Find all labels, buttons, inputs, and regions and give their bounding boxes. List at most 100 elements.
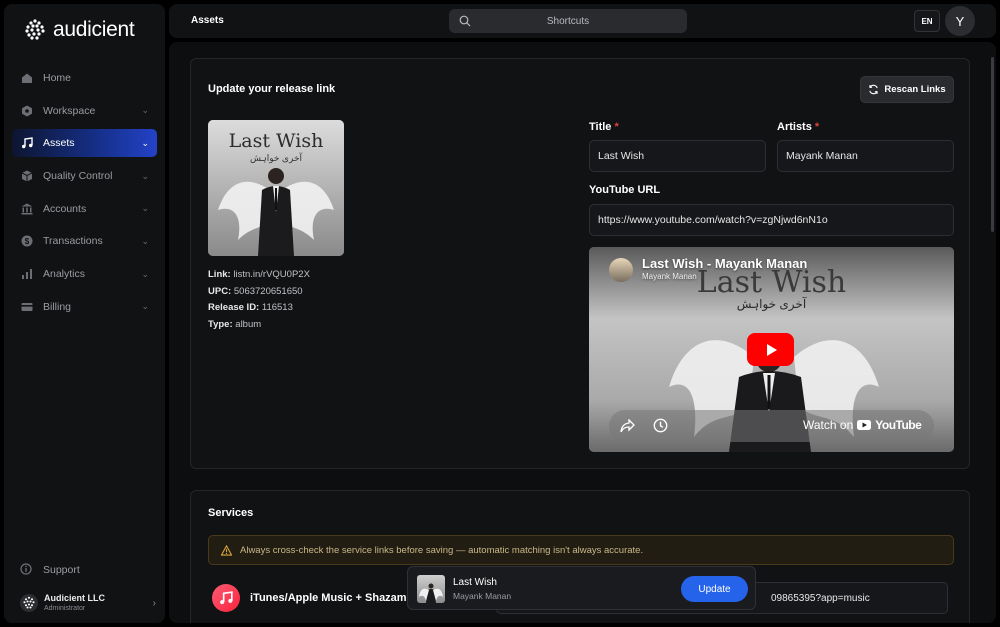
album-cover-subtitle: آخری خواہش bbox=[249, 153, 303, 163]
title-label-text: Title bbox=[589, 121, 612, 133]
release-id-value: 116513 bbox=[261, 302, 293, 313]
cube-icon bbox=[20, 169, 34, 183]
chevron-down-icon: ⌄ bbox=[141, 137, 149, 148]
brand-name: audicient bbox=[53, 18, 135, 41]
update-title: Last Wish bbox=[453, 577, 497, 588]
sidebar-item-label: Transactions bbox=[43, 235, 103, 248]
type-label: Type: bbox=[208, 318, 233, 330]
album-cover: Last Wish آخری خواہش bbox=[208, 120, 344, 256]
sidebar-item-label: Workspace bbox=[43, 104, 96, 117]
watch-on-youtube-button[interactable]: Watch on YouTube bbox=[803, 418, 922, 432]
sidebar-item-analytics[interactable]: Analytics ⌄ bbox=[12, 260, 157, 288]
dollar-circle-icon: $ bbox=[20, 234, 34, 248]
chevron-down-icon: ⌄ bbox=[141, 268, 149, 279]
share-icon[interactable] bbox=[620, 419, 635, 433]
user-avatar[interactable]: Y bbox=[945, 6, 975, 36]
home-icon bbox=[20, 71, 34, 85]
org-switcher[interactable]: Audicient LLC Administrator › bbox=[20, 593, 156, 613]
update-thumbnail-art bbox=[419, 583, 443, 603]
rescan-label: Rescan Links bbox=[884, 84, 946, 95]
chevron-down-icon: ⌄ bbox=[141, 301, 149, 312]
sidebar-item-assets[interactable]: Assets ⌄ bbox=[12, 129, 157, 158]
release-link-row: Link: listn.in/rVQU0P2X bbox=[208, 267, 310, 284]
refresh-icon bbox=[869, 84, 879, 95]
sidebar-item-home[interactable]: Home bbox=[12, 64, 157, 92]
service-row-apple-music: iTunes/Apple Music + Shazam bbox=[212, 584, 407, 612]
bank-icon bbox=[20, 202, 34, 216]
type-value: album bbox=[235, 318, 262, 330]
sidebar-item-label: Billing bbox=[43, 300, 72, 313]
play-icon bbox=[766, 343, 777, 356]
upc-row: UPC: 5063720651650 bbox=[208, 284, 310, 301]
youtube-embed[interactable]: Last Wish آخری خواہش Last Wish - Mayank … bbox=[589, 247, 954, 452]
video-watermark-subtitle: آخری خواہش bbox=[736, 297, 807, 311]
top-header: Assets Shortcuts EN Y bbox=[169, 4, 996, 38]
title-input[interactable]: Last Wish bbox=[589, 140, 766, 172]
page-title: Assets bbox=[191, 15, 224, 26]
main-content: Update your release link Rescan Links La… bbox=[169, 42, 996, 623]
org-name: Audicient LLC bbox=[44, 593, 105, 603]
chevron-right-icon: › bbox=[152, 597, 156, 609]
update-thumbnail bbox=[417, 575, 445, 603]
sidebar-item-label: Home bbox=[43, 72, 72, 84]
sidebar-item-quality-control[interactable]: Quality Control ⌄ bbox=[12, 162, 157, 190]
apple-music-icon bbox=[212, 584, 240, 612]
bar-chart-icon bbox=[20, 267, 34, 281]
card-icon bbox=[20, 300, 34, 314]
chevron-down-icon: ⌄ bbox=[141, 105, 149, 116]
youtube-url-input[interactable]: https://www.youtube.com/watch?v=zgNjwd6n… bbox=[589, 204, 954, 236]
update-toast: Last Wish Mayank Manan Update bbox=[407, 566, 756, 610]
service-name: iTunes/Apple Music + Shazam bbox=[250, 592, 407, 604]
sidebar-item-transactions[interactable]: $ Transactions ⌄ bbox=[12, 227, 157, 255]
upc-label: UPC: bbox=[208, 285, 232, 297]
release-link-card: Update your release link Rescan Links La… bbox=[190, 58, 970, 469]
workspace-icon bbox=[20, 104, 34, 118]
upc-value: 5063720651650 bbox=[233, 285, 303, 297]
sidebar-item-label: Assets bbox=[43, 137, 75, 150]
card-title: Update your release link bbox=[208, 83, 336, 95]
warning-icon bbox=[221, 544, 232, 556]
search-placeholder: Shortcuts bbox=[546, 15, 590, 27]
required-mark: * bbox=[614, 121, 619, 133]
search-input[interactable]: Shortcuts bbox=[449, 9, 687, 33]
language-button[interactable]: EN bbox=[914, 10, 940, 32]
sidebar-nav: Home Workspace ⌄ Assets ⌄ Quality Contro… bbox=[12, 64, 157, 326]
channel-avatar[interactable] bbox=[609, 258, 633, 282]
required-mark: * bbox=[814, 121, 820, 133]
info-icon bbox=[20, 563, 34, 577]
org-role: Administrator bbox=[44, 605, 86, 612]
release-link-value[interactable]: listn.in/rVQU0P2X bbox=[233, 269, 310, 280]
watch-later-icon[interactable] bbox=[653, 418, 668, 433]
sidebar-item-label: Accounts bbox=[43, 202, 87, 215]
artists-label-text: Artists bbox=[777, 121, 812, 133]
chevron-down-icon: ⌄ bbox=[141, 235, 149, 246]
update-button[interactable]: Update bbox=[681, 576, 748, 602]
watch-on-label: Watch on bbox=[803, 418, 854, 432]
video-controls: Watch on YouTube bbox=[609, 410, 934, 442]
sidebar-item-accounts[interactable]: Accounts ⌄ bbox=[12, 195, 157, 223]
video-title[interactable]: Last Wish - Mayank Manan bbox=[642, 256, 807, 271]
scrollbar[interactable] bbox=[991, 57, 994, 232]
org-text: Audicient LLC Administrator bbox=[44, 593, 153, 613]
services-title: Services bbox=[208, 507, 254, 519]
brand-logo[interactable]: audicient bbox=[23, 18, 135, 42]
artists-label: Artists * bbox=[777, 121, 819, 133]
music-note-icon bbox=[20, 136, 34, 150]
rescan-links-button[interactable]: Rescan Links bbox=[860, 76, 954, 103]
play-button[interactable] bbox=[747, 333, 794, 366]
artists-input[interactable]: Mayank Manan bbox=[777, 140, 954, 172]
youtube-wordmark: YouTube bbox=[875, 418, 922, 432]
sidebar-item-workspace[interactable]: Workspace ⌄ bbox=[12, 97, 157, 125]
sidebar-item-support[interactable]: Support bbox=[20, 563, 80, 577]
support-label: Support bbox=[43, 564, 80, 576]
audicient-logo-icon bbox=[25, 19, 45, 40]
youtube-url-label: YouTube URL bbox=[589, 184, 661, 196]
youtube-logo-icon bbox=[857, 420, 872, 430]
video-channel[interactable]: Mayank Manan bbox=[642, 272, 697, 281]
album-cover-title: Last Wish bbox=[228, 130, 324, 152]
chevron-down-icon: ⌄ bbox=[141, 203, 149, 214]
chevron-down-icon: ⌄ bbox=[141, 170, 149, 181]
type-row: Type: album bbox=[208, 317, 310, 334]
org-avatar-icon bbox=[20, 594, 38, 612]
sidebar-item-billing[interactable]: Billing ⌄ bbox=[12, 293, 157, 321]
